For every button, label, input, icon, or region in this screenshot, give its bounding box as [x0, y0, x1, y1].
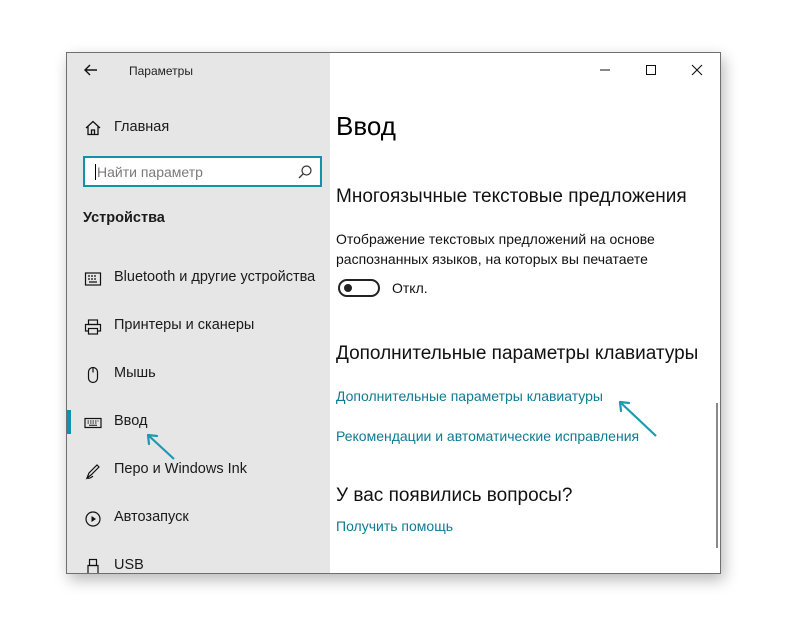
search-icon	[298, 165, 312, 179]
mouse-icon	[87, 366, 99, 384]
close-button[interactable]	[674, 53, 720, 87]
pen-icon	[85, 464, 100, 480]
sidebar-item-label: Мышь	[114, 365, 156, 381]
maximize-icon	[646, 65, 656, 75]
nav-home-label: Главная	[114, 119, 170, 135]
sidebar-item-printers[interactable]: Принтеры и сканеры	[67, 308, 330, 344]
sidebar: Параметры Главная Найти параметр Устройс…	[67, 53, 330, 573]
sidebar-item-pen[interactable]: Перо и Windows Ink	[67, 452, 330, 488]
usb-icon	[87, 558, 99, 573]
printer-icon	[84, 319, 102, 335]
questions-heading: У вас появились вопросы?	[336, 485, 573, 506]
sidebar-item-label: Bluetooth и другие устройства	[114, 269, 316, 285]
multilingual-description: Отображение текстовых предложений на осн…	[336, 231, 655, 267]
close-icon	[691, 64, 703, 76]
toggle-knob	[344, 284, 352, 292]
content-pane: Ввод Многоязычные текстовые предложения …	[330, 53, 720, 573]
bluetooth-devices-icon	[84, 272, 102, 286]
sidebar-item-input[interactable]: Ввод	[67, 404, 330, 440]
sidebar-item-mouse[interactable]: Мышь	[67, 356, 330, 392]
minimize-icon	[600, 69, 610, 71]
app-title: Параметры	[129, 64, 193, 78]
sidebar-item-label: Перо и Windows Ink	[114, 461, 247, 477]
selection-indicator	[67, 410, 71, 434]
page-title: Ввод	[336, 111, 396, 141]
back-arrow-icon	[84, 64, 97, 76]
home-icon	[85, 120, 101, 136]
toggle-state-label: Откл.	[392, 280, 428, 296]
sidebar-item-autoplay[interactable]: Автозапуск	[67, 500, 330, 536]
text-caret	[95, 164, 96, 180]
sidebar-item-bluetooth[interactable]: Bluetooth и другие устройства	[67, 260, 330, 296]
sidebar-item-label: USB	[114, 557, 144, 573]
sidebar-item-usb[interactable]: USB	[67, 548, 330, 573]
scrollbar[interactable]	[716, 403, 718, 548]
sidebar-item-label: Ввод	[114, 413, 148, 429]
typing-recommendations-link[interactable]: Рекомендации и автоматические исправлени…	[336, 428, 639, 444]
keyboard-icon	[84, 417, 102, 429]
autoplay-icon	[85, 511, 101, 527]
keyboard-heading: Дополнительные параметры клавиатуры	[336, 343, 699, 364]
multilingual-toggle[interactable]	[338, 279, 380, 297]
search-placeholder: Найти параметр	[97, 164, 203, 180]
back-button[interactable]	[79, 59, 103, 81]
sidebar-item-label: Принтеры и сканеры	[114, 317, 255, 333]
sidebar-section-title: Устройства	[83, 210, 165, 226]
get-help-link[interactable]: Получить помощь	[336, 518, 453, 534]
search-input[interactable]: Найти параметр	[83, 156, 322, 187]
maximize-button[interactable]	[628, 53, 674, 87]
multilingual-heading: Многоязычные текстовые предложения	[336, 186, 687, 207]
titlebar: Параметры	[67, 53, 330, 87]
settings-window: Параметры Главная Найти параметр Устройс…	[66, 52, 721, 574]
nav-home[interactable]: Главная	[67, 111, 330, 143]
advanced-keyboard-settings-link[interactable]: Дополнительные параметры клавиатуры	[336, 388, 603, 404]
minimize-button[interactable]	[582, 53, 628, 87]
sidebar-item-label: Автозапуск	[114, 509, 189, 525]
